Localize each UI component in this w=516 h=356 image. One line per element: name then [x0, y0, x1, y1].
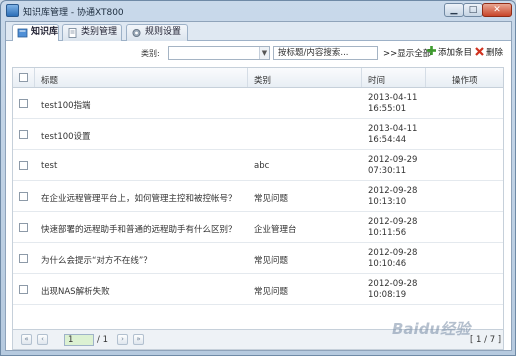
search-input[interactable]: 按标题/内容搜索... — [273, 46, 378, 60]
show-all-link[interactable]: >>显示全部 — [383, 47, 431, 59]
page-total: / 1 — [97, 335, 108, 345]
row-checkbox[interactable] — [19, 161, 28, 170]
row-time: 07:30:11 — [368, 166, 407, 176]
tab-knowledge-base-label: 知识库 — [31, 27, 59, 37]
row-date: 2012-09-28 — [368, 279, 418, 289]
book-icon — [17, 28, 28, 38]
table-row[interactable]: test100指端 2013-04-11 16:55:01 — [13, 88, 503, 119]
table-row[interactable]: test100设置 2013-04-11 16:54:44 — [13, 119, 503, 150]
row-category: abc — [254, 161, 270, 171]
table-row[interactable]: 出现NAS解析失败 常见问题 2012-09-28 10:08:19 — [13, 274, 503, 305]
minimize-button[interactable]: ▁ — [444, 3, 464, 17]
table-row[interactable]: 为什么会提示“对方不在线”？ 常见问题 2012-09-28 10:10:46 — [13, 243, 503, 274]
row-category: 常见问题 — [254, 287, 289, 297]
row-time: 16:54:44 — [368, 135, 407, 145]
row-category: 常见问题 — [254, 256, 289, 266]
page-info: [ 1 / 7 ] — [470, 335, 502, 345]
row-date: 2012-09-29 — [368, 155, 418, 165]
prev-page-button[interactable]: ‹ — [37, 334, 48, 345]
client-area: 知识库 类别管理 规则设置 类别: ▼ 按标题/内容搜索... >>显示全部 添… — [5, 21, 512, 351]
delete-label: 删除 — [486, 48, 504, 58]
tab-category-management[interactable]: 类别管理 — [62, 24, 122, 41]
row-checkbox[interactable] — [19, 99, 28, 108]
table-header: 标题 类别 时间 操作项 — [13, 68, 503, 88]
row-date: 2012-09-28 — [368, 248, 418, 258]
table-row[interactable]: test abc 2012-09-29 07:30:11 — [13, 150, 503, 181]
plus-icon — [427, 46, 436, 55]
row-date: 2013-04-11 — [368, 124, 418, 134]
app-icon — [6, 4, 19, 17]
row-checkbox[interactable] — [19, 223, 28, 232]
first-page-button[interactable]: « — [21, 334, 32, 345]
knowledge-table: 标题 类别 时间 操作项 test100指端 2013-04-11 16:55:01… — [12, 67, 504, 330]
delete-icon — [475, 47, 484, 56]
category-select[interactable]: ▼ — [168, 46, 270, 60]
row-checkbox[interactable] — [19, 285, 28, 294]
row-checkbox[interactable] — [19, 254, 28, 263]
header-category[interactable]: 类别 — [254, 74, 271, 86]
tab-rule-settings-label: 规则设置 — [145, 27, 182, 37]
document-icon — [68, 28, 77, 38]
table-row[interactable]: 在企业远程管理平台上，如何管理主控和被控帐号？ 常见问题 2012-09-28 10:… — [13, 181, 503, 212]
toolbar: 类别: ▼ 按标题/内容搜索... >>显示全部 添加条目 删除 — [6, 41, 511, 65]
row-title[interactable]: test100设置 — [41, 130, 91, 142]
title-bar[interactable]: 知识库管理 - 协通XT800 ▁ □ ✕ — [1, 1, 515, 21]
gear-icon — [132, 29, 141, 37]
table-row[interactable]: 快速部署的远程助手和普通的远程助手有什么区别？ 企业管理台 2012-09-28 10… — [13, 212, 503, 243]
row-title[interactable]: 为什么会提示“对方不在线”？ — [41, 254, 152, 266]
category-label: 类别: — [141, 49, 160, 58]
page-number-input[interactable]: 1 — [64, 334, 94, 346]
select-all-checkbox[interactable] — [19, 73, 28, 82]
header-title[interactable]: 标题 — [41, 74, 58, 86]
tab-bar: 知识库 类别管理 规则设置 — [6, 22, 511, 42]
header-actions: 操作项 — [452, 76, 478, 86]
chevron-down-icon[interactable]: ▼ — [259, 47, 269, 59]
tab-knowledge-base[interactable]: 知识库 — [12, 24, 59, 42]
window-title: 知识库管理 - 协通XT800 — [23, 8, 124, 18]
row-category: 常见问题 — [254, 194, 289, 204]
row-time: 10:11:56 — [368, 228, 407, 238]
row-title[interactable]: 在企业远程管理平台上，如何管理主控和被控帐号？ — [41, 192, 237, 204]
row-date: 2012-09-28 — [368, 186, 418, 196]
row-time: 10:13:10 — [368, 197, 407, 207]
next-page-button[interactable]: › — [117, 334, 128, 345]
row-title[interactable]: 出现NAS解析失败 — [41, 285, 110, 297]
maximize-button[interactable]: □ — [463, 3, 483, 17]
row-title[interactable]: 快速部署的远程助手和普通的远程助手有什么区别？ — [41, 223, 237, 235]
header-time[interactable]: 时间 — [368, 74, 385, 86]
row-title[interactable]: test100指端 — [41, 99, 91, 111]
app-window: 知识库管理 - 协通XT800 ▁ □ ✕ 知识库 类别管理 规则设置 类别: … — [0, 0, 516, 356]
tab-category-management-label: 类别管理 — [81, 27, 118, 37]
row-title[interactable]: test — [41, 161, 57, 171]
row-time: 10:08:19 — [368, 290, 407, 300]
row-date: 2012-09-28 — [368, 217, 418, 227]
row-time: 10:10:46 — [368, 259, 407, 269]
watermark: Baidu经验 — [392, 320, 471, 338]
delete-button[interactable]: 删除 — [475, 46, 503, 58]
tab-rule-settings[interactable]: 规则设置 — [126, 24, 188, 41]
close-button[interactable]: ✕ — [482, 3, 512, 17]
row-date: 2013-04-11 — [368, 93, 418, 103]
row-category: 企业管理台 — [254, 225, 297, 235]
last-page-button[interactable]: » — [133, 334, 144, 345]
row-time: 16:55:01 — [368, 104, 407, 114]
add-entry-label: 添加条目 — [438, 48, 473, 58]
add-entry-button[interactable]: 添加条目 — [427, 46, 472, 58]
row-checkbox[interactable] — [19, 192, 28, 201]
row-checkbox[interactable] — [19, 130, 28, 139]
